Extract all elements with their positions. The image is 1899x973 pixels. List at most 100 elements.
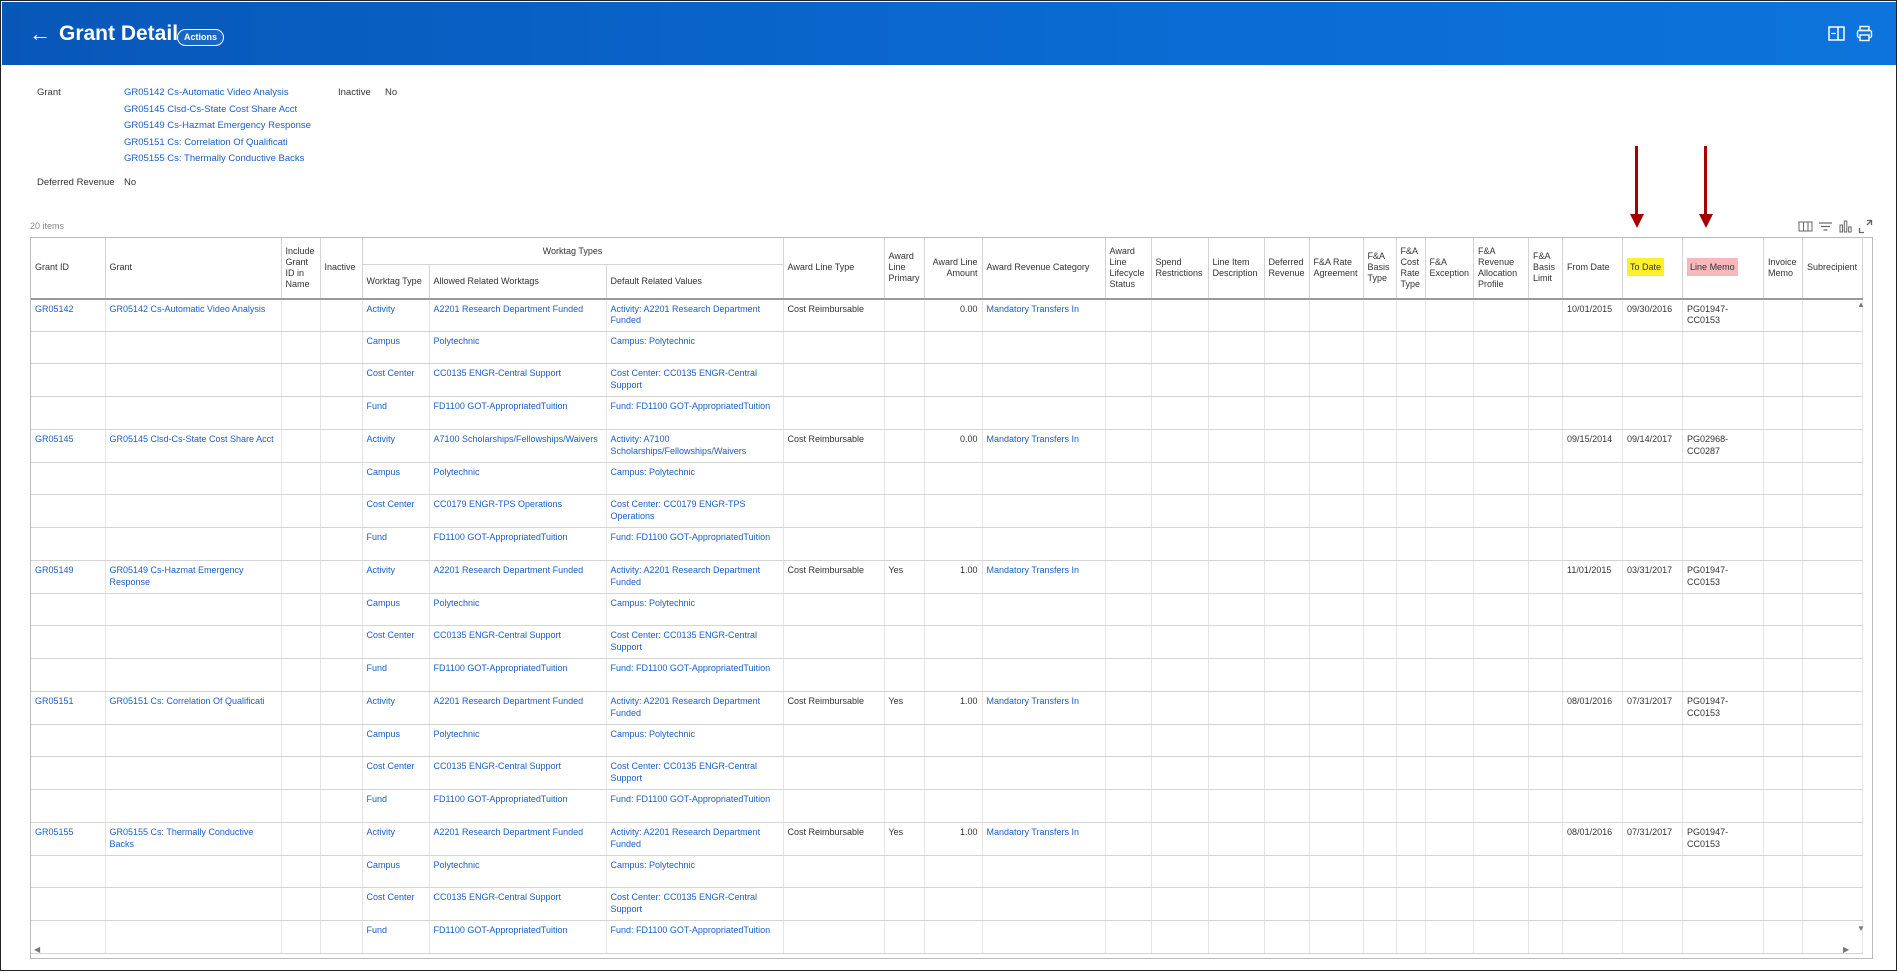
cell-default-value-link[interactable]: Fund: FD1100 GOT-AppropriatedTuition [611, 401, 771, 411]
cell-allowed-worktag[interactable]: CC0179 ENGR-TPS Operations [429, 494, 607, 528]
col-invoice-memo[interactable]: Invoice Memo [1763, 238, 1804, 300]
cell-default-value-link[interactable]: Activity: A7100 Scholarships/Fellowships… [611, 434, 747, 456]
cell-grant-id[interactable]: GR05149 [31, 560, 106, 594]
cell-allowed-worktag[interactable]: CC0135 ENGR-Central Support [429, 756, 607, 790]
cell-worktag-type[interactable]: Campus [362, 462, 430, 495]
col-fa-cost-rate-type[interactable]: F&A Cost Rate Type [1396, 238, 1426, 300]
cell-allowed-worktag[interactable]: Polytechnic [429, 593, 607, 626]
cell-grant-id-link[interactable]: GR05151 [35, 696, 74, 706]
cell-default-value[interactable]: Campus: Polytechnic [606, 462, 784, 495]
cell-grant[interactable]: GR05149 Cs-Hazmat Emergency Response [105, 560, 282, 594]
vertical-scrollbar[interactable]: ▲ ▼ [1857, 300, 1867, 934]
chart-icon[interactable] [1838, 219, 1853, 234]
cell-worktag-type-link[interactable]: Campus [367, 729, 401, 739]
cell-worktag-type-link[interactable]: Activity [367, 565, 396, 575]
cell-worktag-type-link[interactable]: Campus [367, 467, 401, 477]
cell-grant-id-link[interactable]: GR05142 [35, 304, 74, 314]
cell-default-value[interactable]: Cost Center: CC0135 ENGR-Central Support [606, 363, 784, 397]
cell-default-value[interactable]: Activity: A2201 Research Department Fund… [606, 691, 784, 725]
col-from-date[interactable]: From Date [1562, 238, 1624, 300]
cell-default-value-link[interactable]: Campus: Polytechnic [611, 598, 696, 608]
cell-worktag-type-link[interactable]: Cost Center [367, 368, 415, 378]
col-award-line-amount[interactable]: Award Line Amount [924, 238, 983, 300]
cell-allowed-worktag-link[interactable]: A7100 Scholarships/Fellowships/Waivers [434, 434, 598, 444]
cell-worktag-type[interactable]: Activity [362, 298, 430, 332]
col-award-revenue-category[interactable]: Award Revenue Category [982, 238, 1106, 300]
cell-allowed-worktag[interactable]: CC0135 ENGR-Central Support [429, 887, 607, 921]
cell-default-value[interactable]: Activity: A2201 Research Department Fund… [606, 822, 784, 856]
col-fa-exception[interactable]: F&A Exception [1425, 238, 1475, 300]
expand-icon[interactable] [1858, 219, 1873, 234]
cell-grant-link[interactable]: GR05149 Cs-Hazmat Emergency Response [110, 565, 244, 587]
column-toggle-icon[interactable] [1798, 219, 1813, 234]
cell-allowed-worktag[interactable]: A2201 Research Department Funded [429, 822, 607, 856]
cell-allowed-worktag-link[interactable]: A2201 Research Department Funded [434, 696, 584, 706]
cell-worktag-type[interactable]: Campus [362, 593, 430, 626]
cell-allowed-worktag[interactable]: A7100 Scholarships/Fellowships/Waivers [429, 429, 607, 463]
cell-worktag-type-link[interactable]: Fund [367, 663, 388, 673]
filter-icon[interactable] [1818, 219, 1833, 234]
print-icon[interactable] [1856, 25, 1873, 42]
cell-default-value[interactable]: Activity: A2201 Research Department Fund… [606, 298, 784, 332]
cell-worktag-type[interactable]: Cost Center [362, 887, 430, 921]
cell-grant[interactable]: GR05145 Clsd-Cs-State Cost Share Acct [105, 429, 282, 463]
cell-grant[interactable]: GR05151 Cs: Correlation Of Qualificati [105, 691, 282, 725]
cell-worktag-type-link[interactable]: Cost Center [367, 499, 415, 509]
cell-award-revenue-category[interactable]: Mandatory Transfers In [982, 691, 1106, 725]
cell-allowed-worktag[interactable]: Polytechnic [429, 724, 607, 757]
cell-allowed-worktag[interactable]: CC0135 ENGR-Central Support [429, 625, 607, 659]
cell-grant-id[interactable]: GR05151 [31, 691, 106, 725]
cell-grant-link[interactable]: GR05155 Cs: Thermally Conductive Backs [110, 827, 254, 849]
col-fa-basis-limit[interactable]: F&A Basis Limit [1528, 238, 1564, 300]
side-panel-icon[interactable] [1828, 25, 1845, 42]
cell-worktag-type[interactable]: Campus [362, 331, 430, 364]
col-spend-restrictions[interactable]: Spend Restrictions [1151, 238, 1209, 300]
cell-allowed-worktag[interactable]: Polytechnic [429, 331, 607, 364]
cell-grant-id-link[interactable]: GR05145 [35, 434, 74, 444]
cell-allowed-worktag-link[interactable]: CC0135 ENGR-Central Support [434, 630, 562, 640]
cell-allowed-worktag-link[interactable]: Polytechnic [434, 467, 480, 477]
cell-allowed-worktag-link[interactable]: FD1100 GOT-AppropriatedTuition [434, 794, 568, 804]
cell-default-value-link[interactable]: Campus: Polytechnic [611, 729, 696, 739]
col-fa-rate-agreement[interactable]: F&A Rate Agreement [1309, 238, 1364, 300]
cell-award-revenue-category[interactable]: Mandatory Transfers In [982, 560, 1106, 594]
cell-grant[interactable]: GR05142 Cs-Automatic Video Analysis [105, 298, 282, 332]
grant-link[interactable]: GR05142 Cs-Automatic Video Analysis [124, 87, 289, 98]
cell-allowed-worktag[interactable]: FD1100 GOT-AppropriatedTuition [429, 396, 607, 430]
cell-default-value-link[interactable]: Fund: FD1100 GOT-AppropriatedTuition [611, 663, 771, 673]
cell-allowed-worktag-link[interactable]: Polytechnic [434, 860, 480, 870]
cell-grant-id-link[interactable]: GR05155 [35, 827, 74, 837]
cell-worktag-type[interactable]: Fund [362, 789, 430, 823]
cell-worktag-type[interactable]: Activity [362, 429, 430, 463]
cell-default-value[interactable]: Campus: Polytechnic [606, 724, 784, 757]
cell-allowed-worktag-link[interactable]: A2201 Research Department Funded [434, 304, 584, 314]
col-fa-revenue-allocation-profile[interactable]: F&A Revenue Allocation Profile [1473, 238, 1530, 300]
cell-default-value-link[interactable]: Campus: Polytechnic [611, 467, 696, 477]
col-worktag-type[interactable]: Worktag Type [362, 264, 430, 300]
cell-worktag-type[interactable]: Fund [362, 396, 430, 430]
scroll-left-arrow[interactable]: ◀ [34, 945, 40, 954]
cell-default-value[interactable]: Cost Center: CC0179 ENGR-TPS Operations [606, 494, 784, 528]
cell-default-value[interactable]: Campus: Polytechnic [606, 331, 784, 364]
cell-worktag-type[interactable]: Activity [362, 560, 430, 594]
cell-allowed-worktag[interactable]: A2201 Research Department Funded [429, 691, 607, 725]
cell-worktag-type-link[interactable]: Campus [367, 860, 401, 870]
cell-worktag-type[interactable]: Activity [362, 822, 430, 856]
cell-worktag-type[interactable]: Fund [362, 527, 430, 561]
cell-worktag-type[interactable]: Cost Center [362, 756, 430, 790]
cell-default-value[interactable]: Fund: FD1100 GOT-AppropriatedTuition [606, 527, 784, 561]
cell-allowed-worktag-link[interactable]: FD1100 GOT-AppropriatedTuition [434, 401, 568, 411]
cell-default-value-link[interactable]: Fund: FD1100 GOT-AppropriatedTuition [611, 532, 771, 542]
col-to-date[interactable]: To Date [1622, 238, 1684, 300]
cell-allowed-worktag[interactable]: FD1100 GOT-AppropriatedTuition [429, 658, 607, 692]
col-grant[interactable]: Grant [105, 238, 282, 300]
cell-worktag-type-link[interactable]: Fund [367, 794, 388, 804]
cell-allowed-worktag-link[interactable]: CC0179 ENGR-TPS Operations [434, 499, 563, 509]
cell-allowed-worktag-link[interactable]: CC0135 ENGR-Central Support [434, 761, 562, 771]
cell-default-value-link[interactable]: Campus: Polytechnic [611, 860, 696, 870]
cell-default-value-link[interactable]: Cost Center: CC0135 ENGR-Central Support [611, 761, 758, 783]
col-deferred-revenue[interactable]: Deferred Revenue [1264, 238, 1310, 300]
col-line-item-description[interactable]: Line Item Description [1208, 238, 1265, 300]
grant-link[interactable]: GR05151 Cs: Correlation Of Qualificati [124, 137, 288, 148]
cell-default-value[interactable]: Campus: Polytechnic [606, 593, 784, 626]
